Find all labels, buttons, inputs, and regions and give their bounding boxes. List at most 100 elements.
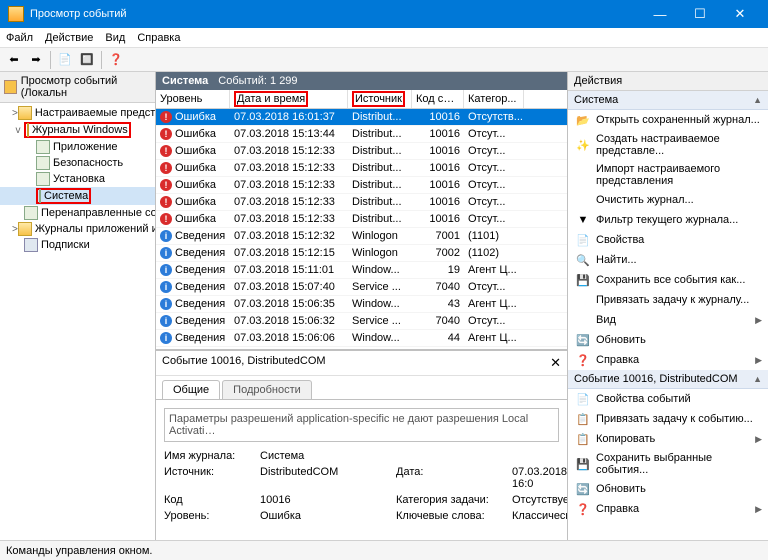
action-label: Свойства событий <box>596 393 691 405</box>
action-label: Привязать задачу к журналу... <box>596 294 749 306</box>
action-icon: 📂 <box>576 113 590 127</box>
table-row[interactable]: iСведения07.03.2018 15:07:40Service ...7… <box>156 279 567 296</box>
action-item[interactable]: 📋Привязать задачу к событию... <box>568 409 768 429</box>
folder-icon <box>18 222 32 236</box>
table-row[interactable]: iСведения07.03.2018 15:06:06Window...44А… <box>156 330 567 347</box>
table-row[interactable]: iСведения07.03.2018 15:12:15Winlogon7002… <box>156 245 567 262</box>
table-row[interactable]: !Ошибка07.03.2018 15:13:44Distribut...10… <box>156 126 567 143</box>
menu-help[interactable]: Справка <box>137 32 180 44</box>
action-item[interactable]: Импорт настраиваемого представления <box>568 160 768 190</box>
action-label: Свойства <box>596 234 644 246</box>
action-item[interactable]: Привязать задачу к журналу... <box>568 290 768 310</box>
log-icon <box>24 206 38 220</box>
action-item[interactable]: 📄Свойства событий <box>568 389 768 409</box>
action-label: Создать настраиваемое представле... <box>596 133 762 157</box>
action-label: Обновить <box>596 334 646 346</box>
log-icon <box>36 172 50 186</box>
tree-node[interactable]: Перенаправленные соб <box>0 205 155 221</box>
table-row[interactable]: !Ошибка07.03.2018 15:12:33Distribut...10… <box>156 211 567 228</box>
table-row[interactable]: !Ошибка07.03.2018 15:12:33Distribut...10… <box>156 143 567 160</box>
action-item[interactable]: 🔍Найти... <box>568 250 768 270</box>
table-row[interactable]: iСведения07.03.2018 15:11:01Window...19А… <box>156 262 567 279</box>
tree-pane: Просмотр событий (Локальн >Настраиваемые… <box>0 72 156 540</box>
menu-view[interactable]: Вид <box>105 32 125 44</box>
table-row[interactable]: !Ошибка07.03.2018 16:01:37Distribut...10… <box>156 109 567 126</box>
detail-close-icon[interactable]: ✕ <box>550 355 561 371</box>
maximize-button[interactable]: ☐ <box>680 0 720 28</box>
error-icon: ! <box>160 196 172 208</box>
column-header[interactable]: Код соб... <box>412 90 464 108</box>
tree-node[interactable]: Система <box>0 187 155 205</box>
action-item[interactable]: 💾Сохранить выбранные события... <box>568 449 768 479</box>
action-item[interactable]: 🔄Обновить <box>568 479 768 499</box>
action-item[interactable]: ❓Справка▶ <box>568 350 768 370</box>
info-icon: i <box>160 332 172 344</box>
action-icon: 🔄 <box>576 333 590 347</box>
action-item[interactable]: ❓Справка▶ <box>568 499 768 519</box>
column-header[interactable]: Источник <box>348 90 412 108</box>
tree-root-icon <box>4 80 17 94</box>
actions-section-event[interactable]: Событие 10016, DistributedCOM▲ <box>568 370 768 389</box>
menu-action[interactable]: Действие <box>45 32 93 44</box>
action-icon: ❓ <box>576 353 590 367</box>
tree-node[interactable]: Безопасность <box>0 155 155 171</box>
table-row[interactable]: iСведения07.03.2018 15:12:32Winlogon7001… <box>156 228 567 245</box>
action-item[interactable]: 🔄 Обновить <box>568 330 768 350</box>
action-item[interactable]: 📂Открыть сохраненный журнал... <box>568 110 768 130</box>
column-header[interactable]: Уровень <box>156 90 230 108</box>
detail-title: Событие 10016, DistributedCOM <box>162 355 326 371</box>
error-icon: ! <box>160 111 172 123</box>
info-icon: i <box>160 247 172 259</box>
sub-icon <box>24 238 38 252</box>
forward-button[interactable]: ➡ <box>26 50 46 70</box>
error-icon: ! <box>160 128 172 140</box>
back-button[interactable]: ⬅ <box>4 50 24 70</box>
tree-node[interactable]: Установка <box>0 171 155 187</box>
tree-node[interactable]: >Журналы приложений и сл <box>0 221 155 237</box>
action-icon: 🔍 <box>576 253 590 267</box>
column-header[interactable]: Категор... <box>464 90 524 108</box>
action-icon: 💾 <box>576 457 590 471</box>
minimize-button[interactable]: — <box>640 0 680 28</box>
detail-pane: Событие 10016, DistributedCOM ✕ Общие По… <box>156 350 567 540</box>
table-row[interactable]: !Ошибка07.03.2018 15:12:33Distribut...10… <box>156 160 567 177</box>
action-item[interactable]: Очистить журнал... <box>568 190 768 210</box>
action-item[interactable]: 📄Свойства <box>568 230 768 250</box>
grid-title: Система <box>162 75 208 87</box>
log-icon <box>39 189 41 203</box>
twisty-icon[interactable]: v <box>12 125 24 136</box>
info-icon: i <box>160 230 172 242</box>
refresh-button[interactable]: 🔲 <box>77 50 97 70</box>
menu-file[interactable]: Файл <box>6 32 33 44</box>
action-item[interactable]: Вид▶ <box>568 310 768 330</box>
action-icon <box>576 168 590 182</box>
tree-node[interactable]: Приложение <box>0 139 155 155</box>
table-row[interactable]: !Ошибка07.03.2018 15:12:33Distribut...10… <box>156 194 567 211</box>
table-row[interactable]: iСведения07.03.2018 15:06:32Service ...7… <box>156 313 567 330</box>
tab-general[interactable]: Общие <box>162 380 220 399</box>
action-icon: 📋 <box>576 432 590 446</box>
table-row[interactable]: iСведения07.03.2018 15:06:35Window...43А… <box>156 296 567 313</box>
action-label: Импорт настраиваемого представления <box>596 163 762 187</box>
tree-node[interactable]: Подписки <box>0 237 155 253</box>
action-label: Привязать задачу к событию... <box>596 413 753 425</box>
action-item[interactable]: ▼Фильтр текущего журнала... <box>568 210 768 230</box>
tree-node[interactable]: >Настраиваемые представл <box>0 105 155 121</box>
actions-section-system[interactable]: Система▲ <box>568 91 768 110</box>
event-grid[interactable]: УровеньДата и времяИсточникКод соб...Кат… <box>156 90 567 350</box>
help-button[interactable]: ❓ <box>106 50 126 70</box>
close-button[interactable]: ✕ <box>720 0 760 28</box>
action-item[interactable]: ✨Создать настраиваемое представле... <box>568 130 768 160</box>
table-row[interactable]: !Ошибка07.03.2018 15:12:33Distribut...10… <box>156 177 567 194</box>
action-icon: 💾 <box>576 273 590 287</box>
tree-node[interactable]: v Журналы Windows <box>0 121 155 139</box>
toolbar: ⬅ ➡ 📄 🔲 ❓ <box>0 48 768 72</box>
tree-header[interactable]: Просмотр событий (Локальн <box>0 72 155 103</box>
action-item[interactable]: 💾Сохранить все события как... <box>568 270 768 290</box>
folder-icon <box>27 123 29 137</box>
action-item[interactable]: 📋Копировать▶ <box>568 429 768 449</box>
tree-label: Безопасность <box>53 157 123 169</box>
column-header[interactable]: Дата и время <box>230 90 348 108</box>
tab-details[interactable]: Подробности <box>222 380 312 399</box>
props-button[interactable]: 📄 <box>55 50 75 70</box>
